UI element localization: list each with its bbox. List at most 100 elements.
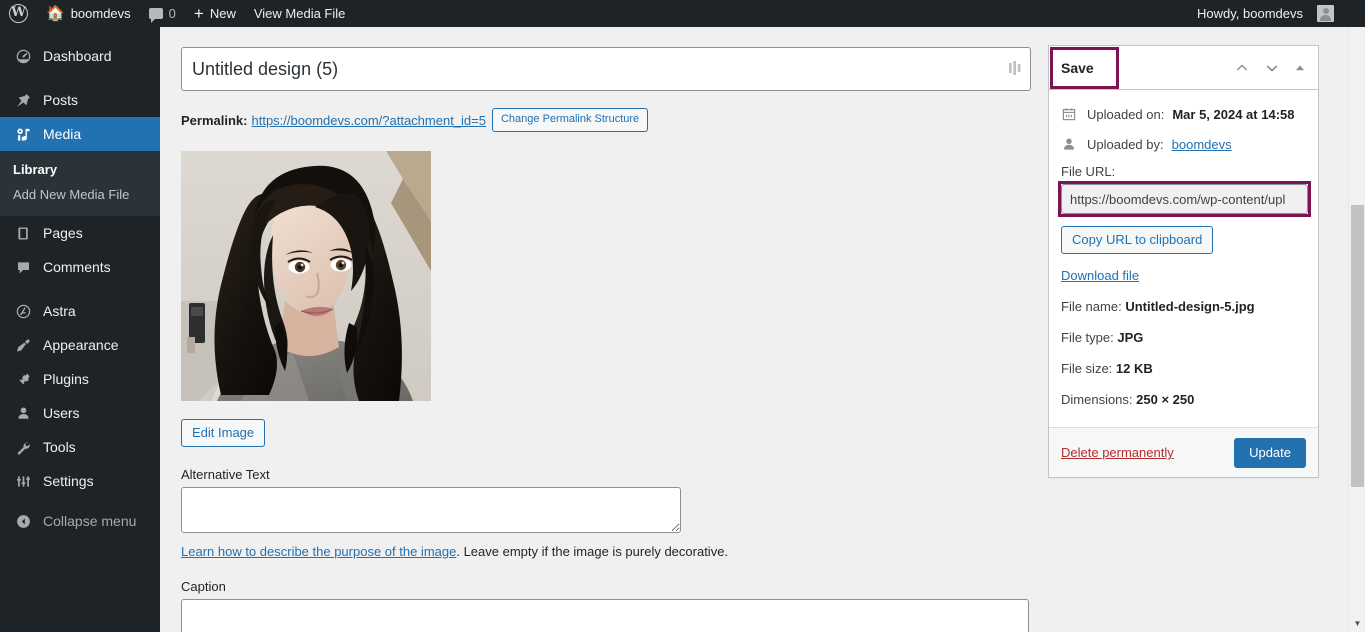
uploaded-on-label: Uploaded on: [1087, 106, 1165, 122]
permalink-link[interactable]: https://boomdevs.com/?attachment_id=5 [251, 113, 486, 128]
file-type-value: JPG [1117, 330, 1144, 345]
sidebar-item-settings[interactable]: Settings [0, 464, 160, 498]
avatar [1317, 5, 1334, 22]
sidebar-label: Media [43, 126, 82, 142]
alt-text-input[interactable] [181, 487, 681, 533]
dimensions-row: Dimensions: 250 × 250 [1061, 392, 1306, 407]
site-name-label: boomdevs [70, 6, 131, 21]
dashboard-icon [13, 46, 33, 66]
main-column: Permalink: https://boomdevs.com/?attachm… [181, 47, 1031, 632]
sidebar-label: Appearance [43, 337, 119, 353]
admin-bar-right: Howdy, boomdevs [1188, 0, 1365, 27]
permalink-row: Permalink: https://boomdevs.com/?attachm… [181, 108, 1031, 132]
wordpress-logo-icon: W [9, 4, 28, 23]
home-icon: 🏠 [46, 5, 65, 22]
uploaded-by-row: Uploaded by: boomdevs [1061, 131, 1306, 161]
comment-bubble-icon [148, 8, 163, 23]
comment-count: 0 [168, 6, 176, 21]
uploaded-by-label: Uploaded by: [1087, 136, 1164, 152]
sidebar-item-library[interactable]: Library [0, 157, 160, 182]
caption-input[interactable] [181, 599, 1029, 632]
sidebar-label: Posts [43, 92, 79, 108]
download-file-link[interactable]: Download file [1061, 268, 1139, 283]
file-type-row: File type: JPG [1061, 330, 1306, 345]
edit-image-button[interactable]: Edit Image [181, 419, 266, 447]
user-icon [13, 403, 33, 423]
sidebar-label: Settings [43, 473, 94, 489]
sidebar-item-plugins[interactable]: Plugins [0, 362, 160, 396]
sidebar-label: Pages [43, 225, 83, 241]
copy-url-to-clipboard-button[interactable]: Copy URL to clipboard [1061, 226, 1214, 254]
sidebar-label: Comments [43, 259, 111, 275]
sidebar-item-tools[interactable]: Tools [0, 430, 160, 464]
site-name-menu[interactable]: 🏠 boomdevs [37, 0, 140, 27]
view-media-file-label: View Media File [253, 6, 346, 21]
post-title-input[interactable] [181, 47, 1031, 91]
sidebar-label: Users [43, 405, 80, 421]
plug-icon [13, 369, 33, 389]
collapse-arrow-icon [13, 511, 33, 531]
wrench-icon [13, 437, 33, 457]
file-type-label: File type: [1061, 330, 1114, 345]
admin-bar: W 🏠 boomdevs 0 + New View Media File How… [0, 0, 1365, 27]
title-field-wrapper [181, 47, 1031, 91]
attachment-preview-image[interactable] [181, 151, 431, 401]
new-content-menu[interactable]: + New [185, 0, 245, 27]
comments-bubble-menu[interactable]: 0 [140, 0, 185, 27]
save-postbox: Save Uploaded on: Mar 5, 2024 at 14:58 U… [1048, 45, 1319, 478]
save-postbox-body: Uploaded on: Mar 5, 2024 at 14:58 Upload… [1049, 90, 1318, 427]
new-label: New [209, 6, 236, 21]
update-button[interactable]: Update [1234, 437, 1306, 468]
permalink-label: Permalink: [181, 112, 248, 128]
collapse-menu-label: Collapse menu [43, 513, 137, 529]
alt-text-helper: Learn how to describe the purpose of the… [181, 544, 1031, 559]
sidebar-item-add-new-media-file[interactable]: Add New Media File [0, 182, 160, 207]
sidebar-item-comments[interactable]: Comments [0, 250, 160, 284]
sidebar-item-users[interactable]: Users [0, 396, 160, 430]
sidebar-item-pages[interactable]: Pages [0, 216, 160, 250]
file-url-label: File URL: [1061, 164, 1116, 179]
author-icon [1061, 136, 1079, 152]
sidebar-item-appearance[interactable]: Appearance [0, 328, 160, 362]
file-size-row: File size: 12 KB [1061, 361, 1306, 376]
sidebar-label: Tools [43, 439, 76, 455]
collapse-menu-button[interactable]: Collapse menu [0, 504, 160, 538]
alt-text-label: Alternative Text [181, 467, 270, 482]
file-size-value: 12 KB [1115, 361, 1153, 376]
plus-icon: + [193, 4, 204, 23]
chevron-down-icon[interactable] [1264, 60, 1280, 76]
caption-label: Caption [181, 579, 226, 594]
alt-text-helper-rest: . Leave empty if the image is purely dec… [456, 544, 729, 559]
uploaded-on-row: Uploaded on: Mar 5, 2024 at 14:58 [1061, 101, 1306, 131]
alt-text-help-link[interactable]: Learn how to describe the purpose of the… [181, 544, 456, 559]
sidebar-label: Plugins [43, 371, 89, 387]
page-scrollbar[interactable]: ▼ [1348, 27, 1365, 632]
howdy-label: Howdy, boomdevs [1197, 6, 1303, 21]
wordpress-logo-menu[interactable]: W [0, 0, 37, 27]
media-submenu: Library Add New Media File [0, 151, 160, 216]
change-permalink-structure-button[interactable]: Change Permalink Structure [491, 108, 649, 132]
delete-permanently-link[interactable]: Delete permanently [1061, 445, 1174, 460]
view-media-file-link[interactable]: View Media File [245, 0, 355, 27]
file-size-label: File size: [1061, 361, 1113, 376]
sidebar-item-posts[interactable]: Posts [0, 83, 160, 117]
sidebar-item-dashboard[interactable]: Dashboard [0, 39, 160, 73]
text-direction-icon[interactable] [1008, 60, 1022, 76]
scrollbar-thumb[interactable] [1351, 205, 1364, 487]
brush-icon [13, 335, 33, 355]
file-url-wrapper [1058, 181, 1311, 217]
content-area: Permalink: https://boomdevs.com/?attachm… [160, 27, 1365, 632]
side-column: Save Uploaded on: Mar 5, 2024 at 14:58 U… [1048, 45, 1319, 478]
my-account-menu[interactable]: Howdy, boomdevs [1188, 0, 1343, 27]
chevron-up-icon[interactable] [1234, 60, 1250, 76]
file-url-input[interactable] [1061, 184, 1308, 214]
save-postbox-footer: Delete permanently Update [1049, 427, 1318, 477]
scrollbar-down-arrow-icon[interactable]: ▼ [1349, 616, 1365, 630]
sidebar-item-media[interactable]: Media [0, 117, 160, 151]
astra-icon [13, 301, 33, 321]
media-icon [13, 124, 33, 144]
uploaded-by-value[interactable]: boomdevs [1172, 137, 1232, 152]
uploaded-on-value: Mar 5, 2024 at 14:58 [1172, 106, 1295, 122]
sidebar-item-astra[interactable]: Astra [0, 294, 160, 328]
toggle-triangle-icon[interactable] [1294, 62, 1306, 74]
